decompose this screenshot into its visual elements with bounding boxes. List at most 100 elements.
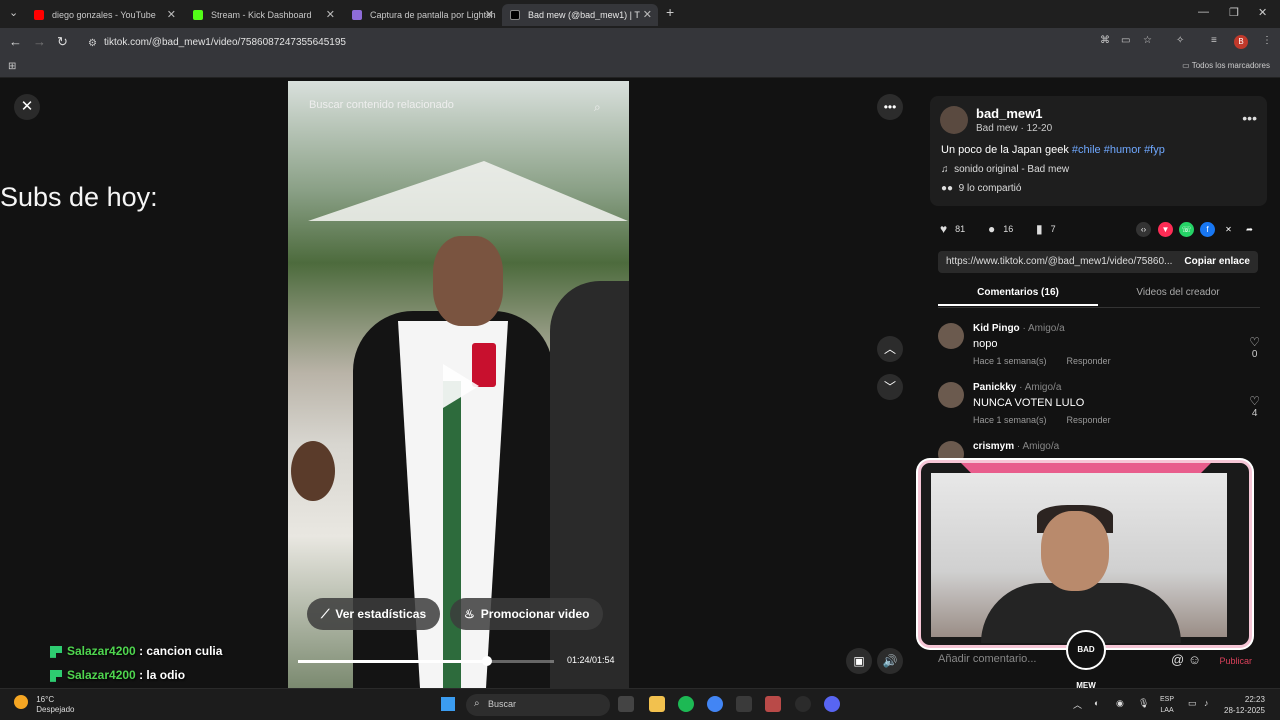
related-search-input[interactable]: Buscar contenido relacionado [309, 99, 612, 111]
sound-link[interactable]: ♫ sonido original - Bad mew [941, 164, 1069, 175]
comment-avatar[interactable] [938, 323, 964, 349]
windows-start-icon[interactable] [441, 697, 455, 711]
next-video-icon[interactable]: ﹀ [877, 374, 903, 400]
hashtag-link[interactable]: #humor [1104, 144, 1141, 156]
maximize-button[interactable]: ❐ [1229, 6, 1239, 19]
chat-message: Salazar4200 : la odio [50, 668, 185, 682]
clock[interactable]: 22:23 28-12-2025 [1224, 694, 1265, 716]
emoji-icon[interactable]: ☺ [1188, 652, 1201, 667]
close-tab-icon[interactable]: ✕ [643, 8, 652, 21]
volume-icon[interactable]: 🔊 [877, 648, 903, 674]
sound-text: sonido original - Bad mew [954, 164, 1070, 175]
like-button[interactable]: ♥ 81 [940, 222, 965, 236]
comment-button[interactable]: ● 16 [988, 222, 1013, 236]
webcam-overlay [918, 460, 1252, 648]
back-arrow-icon[interactable]: ← [9, 34, 22, 49]
tab-comments[interactable]: Comentarios (16) [938, 287, 1098, 306]
close-window-button[interactable]: ✕ [1258, 6, 1267, 19]
close-tab-icon[interactable]: ✕ [326, 8, 335, 21]
profile-avatar[interactable]: B [1234, 35, 1248, 49]
close-icon[interactable]: ✕ [14, 94, 40, 120]
copy-link-button[interactable]: Copiar enlace [1184, 256, 1250, 267]
post-comment-button[interactable]: Publicar [1219, 656, 1252, 666]
kick-badge-icon [50, 645, 62, 658]
cast-icon[interactable]: ▭ [1121, 35, 1130, 46]
reload-icon[interactable]: ↻ [57, 34, 68, 50]
reply-button[interactable]: Responder [1067, 356, 1111, 366]
tray-app-icon[interactable]: ◐ [1094, 698, 1099, 708]
creator-username[interactable]: bad_mew1 [976, 106, 1042, 121]
reply-button[interactable]: Responder [1067, 415, 1111, 425]
tab-tiktok[interactable]: Bad mew (@bad_mew1) | TikTo ✕ [502, 4, 658, 26]
more-options-icon[interactable]: ••• [1242, 110, 1257, 126]
embed-icon[interactable]: ‹› [1136, 222, 1151, 237]
save-button[interactable]: ▮ 7 [1036, 222, 1056, 236]
all-bookmarks[interactable]: ▭ Todos los marcadores [1182, 61, 1270, 70]
tab-title: Stream - Kick Dashboard [211, 10, 312, 20]
minimize-button[interactable]: — [1198, 6, 1209, 18]
menu-dots-icon[interactable]: ⋮ [1262, 35, 1272, 46]
share-link-field[interactable]: https://www.tiktok.com/@bad_mew1/video/7… [938, 251, 1258, 273]
hashtag-link[interactable]: #fyp [1144, 144, 1165, 156]
tray-chevron-icon[interactable]: ︿ [1073, 698, 1082, 711]
league-icon[interactable] [736, 696, 752, 712]
weather-widget[interactable]: 16°C Despejado [14, 695, 74, 715]
url-text: tiktok.com/@bad_mew1/video/7586087247355… [104, 36, 346, 48]
comment-author[interactable]: Kid Pingo · Amigo/a [973, 323, 1065, 334]
translate-icon[interactable]: ⌘ [1100, 35, 1110, 46]
promote-button[interactable]: ♨ Promocionar video [450, 598, 604, 630]
video-progress-bar[interactable] [298, 656, 554, 666]
extensions-icon[interactable]: ✧ [1176, 35, 1184, 46]
stats-button[interactable]: ⟋ Ver estadísticas [307, 598, 441, 630]
comment-like-button[interactable]: ♡ 0 [1249, 335, 1260, 360]
lightshot-icon [352, 10, 362, 20]
more-options-icon[interactable]: ••• [877, 94, 903, 120]
hashtag-link[interactable]: #chile [1072, 144, 1101, 156]
obs-icon[interactable] [795, 696, 811, 712]
video-scene [308, 161, 628, 221]
network-icon[interactable]: ▭ [1188, 698, 1197, 709]
close-tab-icon[interactable]: ✕ [485, 8, 494, 21]
previous-video-icon[interactable]: ︿ [877, 336, 903, 362]
comment-like-button[interactable]: ♡ 4 [1249, 394, 1260, 419]
tab-search-icon[interactable]: ⌄ [9, 6, 18, 19]
bookmark-star-icon[interactable]: ☆ [1143, 35, 1152, 46]
discord-icon[interactable] [824, 696, 840, 712]
comment-author[interactable]: crismym · Amigo/a [973, 441, 1059, 452]
search-icon[interactable]: ⌕ [594, 100, 601, 115]
language-indicator[interactable]: ESP LAA [1160, 694, 1174, 716]
app-icon[interactable] [765, 696, 781, 712]
share-arrow-icon[interactable]: ➦ [1242, 222, 1257, 237]
reading-list-icon[interactable]: ≡ [1211, 35, 1217, 46]
forward-arrow-icon[interactable]: → [33, 34, 46, 49]
site-info-icon[interactable]: ⚙ [88, 38, 97, 49]
lang-code: ESP [1160, 696, 1175, 703]
apps-grid-icon[interactable]: ⊞ [8, 61, 16, 72]
comment-author[interactable]: Panickky · Amigo/a [973, 382, 1061, 393]
tab-kick[interactable]: Stream - Kick Dashboard ✕ [185, 4, 341, 26]
author-relation: · Amigo/a [1019, 323, 1065, 334]
new-tab-button[interactable]: + [666, 4, 674, 20]
pip-icon[interactable]: ▣ [846, 648, 872, 674]
whatsapp-icon[interactable]: ☏ [1179, 222, 1194, 237]
tray-app-icon[interactable]: ◉ [1116, 698, 1124, 709]
play-icon[interactable] [443, 364, 479, 408]
tab-creator-videos[interactable]: Videos del creador [1098, 287, 1258, 298]
spotify-icon[interactable] [678, 696, 694, 712]
send-icon[interactable]: ▼ [1158, 222, 1173, 237]
speaker-icon[interactable]: ♪ [1204, 698, 1209, 708]
video-player[interactable] [288, 81, 629, 688]
comment-avatar[interactable] [938, 382, 964, 408]
chrome-icon[interactable] [707, 696, 723, 712]
x-icon[interactable]: ✕ [1221, 222, 1236, 237]
task-view-icon[interactable] [618, 696, 634, 712]
creator-avatar[interactable] [940, 106, 968, 134]
facebook-icon[interactable]: f [1200, 222, 1215, 237]
file-explorer-icon[interactable] [649, 696, 665, 712]
microphone-icon[interactable]: 🎙 [1138, 698, 1149, 709]
close-tab-icon[interactable]: ✕ [167, 8, 176, 21]
tab-youtube[interactable]: diego gonzales - YouTube ✕ [26, 4, 182, 26]
tab-lightshot[interactable]: Captura de pantalla por Lightsh ✕ [344, 4, 500, 26]
mention-icon[interactable]: @ [1171, 652, 1184, 667]
taskbar-search[interactable]: ⌕ Buscar [466, 694, 610, 716]
